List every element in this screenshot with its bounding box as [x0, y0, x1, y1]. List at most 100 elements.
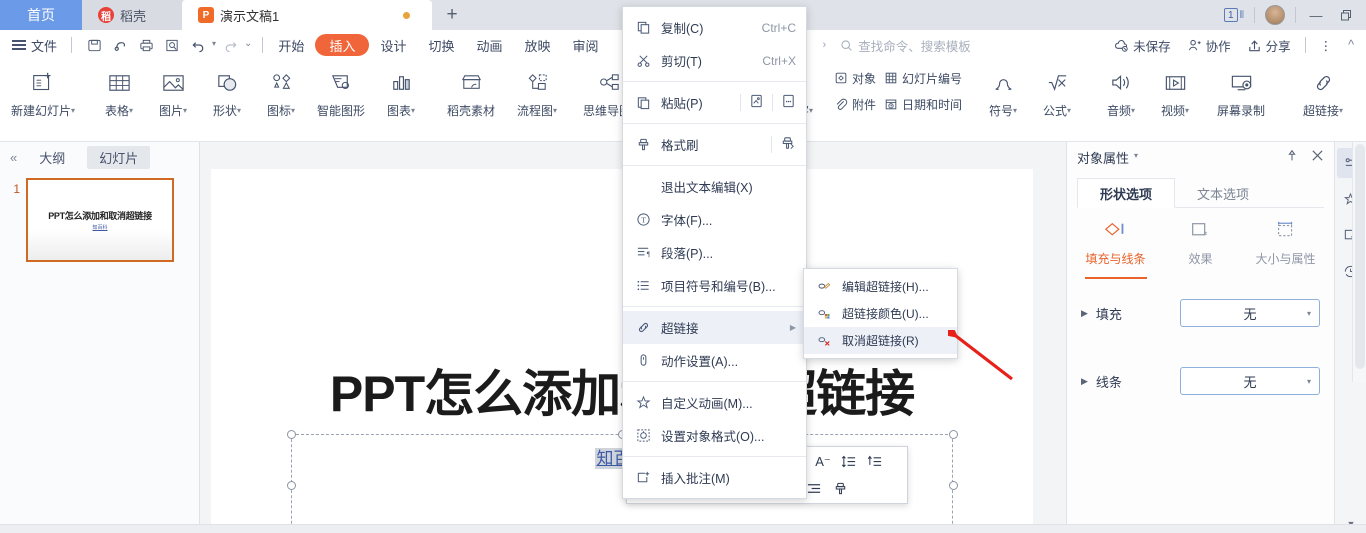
resize-handle-w[interactable] [287, 481, 296, 490]
formula-button[interactable]: 公式▾ [1030, 60, 1084, 136]
format-painter-button[interactable] [829, 478, 851, 499]
menu-item-hyperlink[interactable]: 超链接 ▶ [623, 311, 806, 344]
menu-item-exit-text-edit[interactable]: 退出文本编辑(X) [623, 170, 806, 203]
customize-qat-icon[interactable]: ⌄ [244, 38, 252, 49]
more-options-button[interactable]: ⋮ [1314, 38, 1339, 53]
menu-item-font[interactable]: T 字体(F)... [623, 203, 806, 236]
minimize-button[interactable]: — [1302, 0, 1330, 30]
menu-item-bullets-numbering[interactable]: 项目符号和编号(B)... [623, 269, 806, 302]
close-icon[interactable] [1311, 149, 1324, 165]
tab-review[interactable]: 审阅 [562, 34, 610, 56]
action-ribbon-button[interactable]: 动作 [1356, 60, 1366, 136]
symbol-button[interactable]: 符号▾ [976, 60, 1030, 136]
menu-item-paragraph[interactable]: ¶ 段落(P)... [623, 236, 806, 269]
tab-presentation1[interactable]: P 演示文稿1 [182, 0, 432, 30]
share-button[interactable]: 分享 [1241, 36, 1297, 55]
paragraph-spacing-button[interactable] [864, 452, 886, 473]
docer-material-button[interactable]: 稻壳素材 [438, 60, 504, 136]
resize-handle-ne[interactable] [949, 430, 958, 439]
screen-record-button[interactable]: 屏幕录制 [1202, 60, 1280, 136]
properties-dropdown-icon[interactable]: ▾ [1134, 151, 1138, 160]
date-time-button[interactable]: 日期和时间 [880, 92, 966, 116]
subtab-size-properties[interactable]: 大小与属性 [1245, 220, 1327, 279]
tab-design[interactable]: 设计 [369, 34, 417, 56]
shrink-font-button[interactable]: A⁻ [812, 452, 834, 473]
ppt-file-icon: P [198, 7, 214, 23]
line-spacing-button[interactable] [838, 452, 860, 473]
formula-icon [1045, 68, 1070, 98]
print-icon[interactable] [134, 33, 158, 57]
redo-icon[interactable] [218, 33, 242, 57]
menu-item-cut[interactable]: 剪切(T) Ctrl+X [623, 44, 806, 77]
tab-docer[interactable]: 稻 稻壳 [82, 0, 182, 30]
ribbon-right-actions: 未保存 协作 分享 ⋮ ^ [1108, 36, 1366, 55]
scrollbar-thumb[interactable] [1355, 144, 1365, 369]
submenu-item-hyperlink-color[interactable]: 超链接颜色(U)... [804, 300, 957, 327]
format-painter-alt-icon[interactable] [780, 135, 796, 154]
tab-home[interactable]: 首页 [0, 0, 82, 30]
fill-select[interactable]: 无 ▾ [1180, 299, 1320, 327]
chart-button[interactable]: 图表▾ [374, 60, 428, 136]
save-status-button[interactable]: 未保存 [1108, 36, 1177, 55]
subtab-effects[interactable]: 效果 [1160, 220, 1242, 279]
chevron-right-icon[interactable]: ▶ [1081, 308, 1088, 319]
tab-insert[interactable]: 插入 [315, 34, 370, 56]
tab-slideshow[interactable]: 放映 [514, 34, 562, 56]
slide-number-button[interactable]: 幻灯片编号 [880, 66, 966, 90]
slides-tab[interactable]: 幻灯片 [87, 145, 151, 169]
menu-item-paste[interactable]: 粘贴(P) [623, 86, 806, 119]
smartart-button[interactable]: 智能图形 [308, 60, 374, 136]
restore-button[interactable] [1332, 0, 1360, 30]
subtab-fill-line[interactable]: 填充与线条 [1075, 220, 1157, 279]
video-button[interactable]: 视频▾ [1148, 60, 1202, 136]
undo-dropdown-icon[interactable]: ▾ [212, 39, 216, 48]
undo-icon[interactable] [186, 33, 210, 57]
flowchart-button[interactable]: 流程图▾ [504, 60, 570, 136]
menu-item-insert-comment[interactable]: 插入批注(M) [623, 461, 806, 494]
submenu-item-remove-hyperlink[interactable]: 取消超链接(R) [804, 327, 957, 354]
icons-button[interactable]: 图标▾ [254, 60, 308, 136]
chevron-right-icon[interactable]: ▶ [1081, 376, 1088, 387]
paste-picture-icon[interactable] [749, 93, 764, 112]
table-button[interactable]: 表格▾ [92, 60, 146, 136]
tab-start[interactable]: 开始 [267, 34, 315, 56]
chevron-right-icon[interactable]: › [819, 39, 831, 51]
quick-access-toolbar: ▾ ⌄ [76, 33, 258, 57]
menu-item-copy[interactable]: 复制(C) Ctrl+C [623, 11, 806, 44]
save-icon[interactable] [82, 33, 106, 57]
print-preview-icon[interactable] [160, 33, 184, 57]
file-menu-button[interactable]: 文件 [8, 36, 67, 55]
slide-count-indicator[interactable]: 1 ⦀ [1220, 0, 1248, 30]
slide-thumbnail-1[interactable]: PPT怎么添加和取消超链接 知百科 [26, 178, 174, 262]
resize-handle-nw[interactable] [287, 430, 296, 439]
collapse-ribbon-button[interactable]: ^ [1342, 38, 1360, 52]
hyperlink-ribbon-button[interactable]: 超链接▾ [1290, 60, 1356, 136]
submenu-item-edit-hyperlink[interactable]: 编辑超链接(H)... [804, 273, 957, 300]
attachment-button[interactable]: 附件 [830, 92, 880, 116]
avatar[interactable] [1261, 0, 1289, 30]
tab-text-options[interactable]: 文本选项 [1175, 178, 1271, 208]
new-tab-button[interactable]: + [432, 0, 472, 30]
shapes-button[interactable]: 形状▾ [200, 60, 254, 136]
tab-animation[interactable]: 动画 [465, 34, 513, 56]
tab-shape-options[interactable]: 形状选项 [1077, 178, 1176, 208]
canvas-vertical-scrollbar[interactable] [1352, 142, 1366, 382]
audio-button[interactable]: 音频▾ [1094, 60, 1148, 136]
resize-handle-e[interactable] [949, 481, 958, 490]
tab-transition[interactable]: 切换 [417, 34, 465, 56]
collaborate-button[interactable]: 协作 [1181, 36, 1237, 55]
undo-cloud-icon[interactable] [108, 33, 132, 57]
menu-item-action-settings[interactable]: 动作设置(A)... [623, 344, 806, 377]
menu-item-format-object[interactable]: 设置对象格式(O)... [623, 419, 806, 452]
menu-item-format-painter[interactable]: 格式刷 [623, 128, 806, 161]
new-slide-button[interactable]: 新建幻灯片▾ [4, 60, 82, 136]
pin-icon[interactable] [1285, 149, 1299, 166]
menu-item-custom-animation[interactable]: 自定义动画(M)... [623, 386, 806, 419]
outline-tab[interactable]: 大纲 [27, 146, 77, 169]
paste-special-icon[interactable] [781, 93, 796, 112]
line-select[interactable]: 无 ▾ [1180, 367, 1320, 395]
object-button[interactable]: 对象 [830, 66, 880, 90]
collapse-pane-button[interactable]: « [10, 150, 17, 165]
search-input[interactable]: 查找命令、搜索模板 [840, 36, 971, 55]
picture-button[interactable]: 图片▾ [146, 60, 200, 136]
